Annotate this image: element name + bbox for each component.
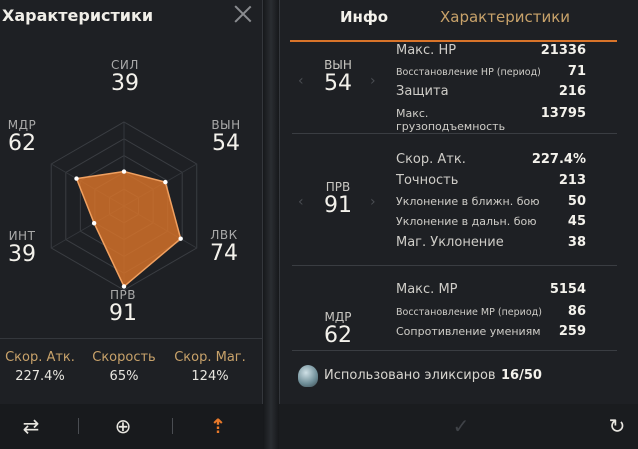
toolbar-separator: [172, 418, 173, 434]
stat-prv: ПРВ 91: [109, 288, 137, 326]
info-row: Скор. Атк. 227.4%: [396, 152, 586, 167]
reset-icon[interactable]: ↻: [602, 412, 632, 440]
confirm-check-icon[interactable]: ✓: [446, 412, 476, 440]
info-row: Восстановление MP (период) 86: [396, 304, 586, 319]
radar-vertex-sil: [121, 169, 127, 174]
chevron-left-icon: ‹: [298, 73, 304, 89]
group-mdr: МДР 62 Макс. MP 5154 Восстановление MP (пе…: [279, 266, 638, 346]
radar-vertex-int: [91, 221, 97, 226]
elixir-counter: Использовано эликсиров 16/50: [298, 364, 628, 388]
badge-vyn: ВЫН 54: [324, 58, 352, 96]
secondary-stat-cast-speed: Скор. Маг. 124%: [174, 350, 246, 384]
tab-info[interactable]: Инфо: [340, 8, 388, 26]
chevron-right-icon: ›: [370, 73, 376, 89]
stat-sil: СИЛ 39: [111, 58, 139, 96]
chevron-right-icon: ›: [370, 194, 376, 210]
info-row: Восстановление HP (период) 71: [396, 64, 586, 79]
info-row: Макс. HP 21336: [396, 43, 586, 58]
info-row: Защита 216: [396, 84, 586, 99]
info-row: Уклонение в ближн. бою 50: [396, 194, 586, 209]
stat-vyn: ВЫН 54: [211, 118, 241, 156]
bottom-toolbar: ⇄ ⊕ ⇡: [0, 404, 263, 449]
radar-vertex-mdr: [74, 176, 79, 181]
secondary-stat-speed: Скорость 65%: [92, 350, 156, 384]
secondary-stat-attack-speed: Скор. Атк. 227.4%: [5, 350, 75, 384]
toolbar-separator: [78, 418, 79, 434]
info-row: Маг. Уклонение 38: [396, 235, 586, 250]
divider: [0, 338, 263, 339]
radar-stat-shape: [75, 170, 182, 288]
scroll-divider: [292, 350, 617, 351]
panel-splitter: [263, 0, 279, 449]
info-row: Уклонение в дальн. бою 45: [396, 214, 586, 229]
upgrade-arrow-icon[interactable]: ⇡: [203, 412, 233, 440]
info-row: Макс. MP 5154: [396, 282, 586, 297]
radar-vertex-lvk: [178, 236, 183, 241]
stats-panel: Характеристики СИЛ 39 ВЫН 54 ЛВК 74 ПРВ 91 И…: [0, 0, 263, 449]
chevron-left-icon: ‹: [298, 194, 304, 210]
info-row: Сопротивление умениям 259: [396, 324, 586, 339]
elixir-count: 16/50: [501, 368, 542, 383]
stat-lvk: ЛВК 74: [210, 228, 238, 266]
tab-indicator: [290, 40, 617, 42]
stat-mdr: МДР 62: [7, 118, 37, 156]
badge-mdr: МДР 62: [324, 310, 352, 346]
group-divider: [292, 133, 617, 134]
zoom-icon[interactable]: ⊕: [108, 412, 138, 440]
elixir-bottle-icon: [298, 365, 318, 387]
stat-int: ИНТ 39: [8, 229, 36, 267]
info-row: Макс. грузоподъемность 13795: [396, 106, 586, 133]
tab-characteristics[interactable]: Характеристики: [440, 8, 570, 26]
right-bottom-bar: ✓ ↻: [279, 404, 638, 449]
radar-vertex-vyn: [163, 179, 168, 185]
swap-icon[interactable]: ⇄: [16, 412, 46, 440]
badge-prv: ПРВ 91: [324, 180, 352, 218]
info-row: Точность 213: [396, 173, 586, 188]
